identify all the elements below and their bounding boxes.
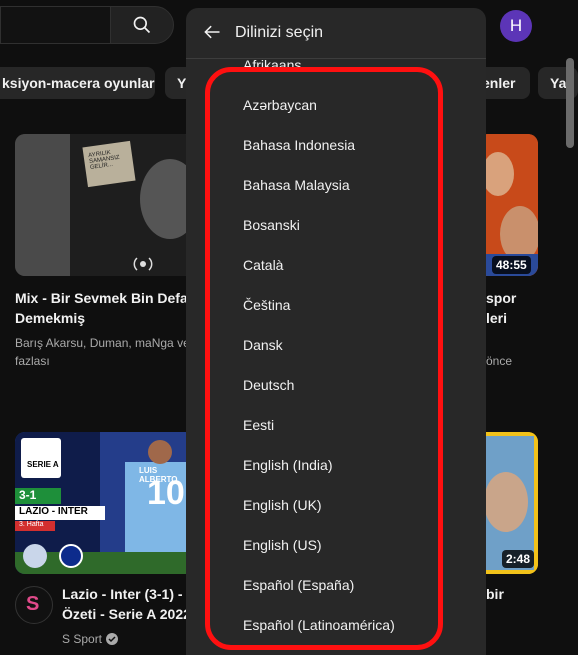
search-icon: [133, 16, 151, 34]
language-option[interactable]: English (US): [186, 525, 486, 565]
verified-icon: [106, 633, 118, 645]
video-meta: fazlası: [15, 354, 50, 368]
language-option[interactable]: Eesti: [186, 405, 486, 445]
language-option[interactable]: Bahasa Malaysia: [186, 165, 486, 205]
video-thumbnail[interactable]: 2:48: [478, 432, 538, 574]
video-duration: 2:48: [502, 550, 535, 568]
club-logo: [59, 544, 83, 568]
search-button[interactable]: [110, 6, 174, 44]
search-input[interactable]: [0, 6, 110, 44]
language-option[interactable]: English (UK): [186, 485, 486, 525]
video-title[interactable]: leri: [486, 308, 507, 328]
language-list: Afrikaans Azərbaycan Bahasa Indonesia Ba…: [186, 57, 486, 655]
language-option[interactable]: Dansk: [186, 325, 486, 365]
thumbnail-image: [478, 134, 538, 276]
score-badge: 3-1: [15, 488, 61, 504]
player-number: 10: [147, 474, 185, 512]
language-option[interactable]: Bosanski: [186, 205, 486, 245]
avatar[interactable]: H: [500, 10, 532, 42]
video-title[interactable]: bir: [486, 584, 504, 604]
language-option[interactable]: Afrikaans: [186, 45, 486, 85]
language-option[interactable]: Español (Latinoamérica): [186, 605, 486, 645]
video-title[interactable]: Lazio - Inter (3-1) - M: [62, 584, 198, 604]
channel-name[interactable]: S Sport: [62, 630, 102, 648]
language-option[interactable]: Azərbaycan: [186, 85, 486, 125]
video-meta: önce: [486, 354, 513, 368]
chip-category[interactable]: ksiyon-macera oyunları: [0, 67, 155, 99]
video-title[interactable]: Demekmiş: [15, 308, 85, 328]
language-option[interactable]: Español (España): [186, 565, 486, 605]
language-option[interactable]: Čeština: [186, 285, 486, 325]
scrollbar[interactable]: [566, 58, 574, 148]
video-title[interactable]: spor: [486, 288, 516, 308]
language-option[interactable]: Deutsch: [186, 365, 486, 405]
language-option[interactable]: English (India): [186, 445, 486, 485]
week-label: 3. Hafta: [15, 521, 55, 531]
menu-title: Dilinizi seçin: [235, 24, 324, 41]
video-title[interactable]: Özeti - Serie A 2022: [62, 604, 191, 624]
back-arrow-icon[interactable]: [202, 22, 222, 42]
club-logo: [23, 544, 47, 568]
video-thumbnail[interactable]: 48:55: [478, 134, 538, 276]
video-thumbnail[interactable]: AYRILIK SAMANSIZ GELİR...: [15, 134, 195, 276]
channel-avatar[interactable]: S: [15, 586, 53, 624]
video-meta: Barış Akarsu, Duman, maNga ve: [15, 336, 190, 350]
match-label: LAZIO - INTER: [15, 506, 105, 520]
language-option[interactable]: Bahasa Indonesia: [186, 125, 486, 165]
video-title[interactable]: Mix - Bir Sevmek Bin Defa Ö: [15, 288, 203, 308]
league-badge: SERIE A: [21, 438, 61, 478]
language-option[interactable]: Català: [186, 245, 486, 285]
video-thumbnail[interactable]: SERIE A 3-1 LAZIO - INTER 3. Hafta LUIS …: [15, 432, 195, 574]
language-menu: Dilinizi seçin Afrikaans Azərbaycan Baha…: [186, 8, 486, 655]
video-duration: 48:55: [492, 256, 531, 274]
live-icon: [133, 257, 153, 271]
